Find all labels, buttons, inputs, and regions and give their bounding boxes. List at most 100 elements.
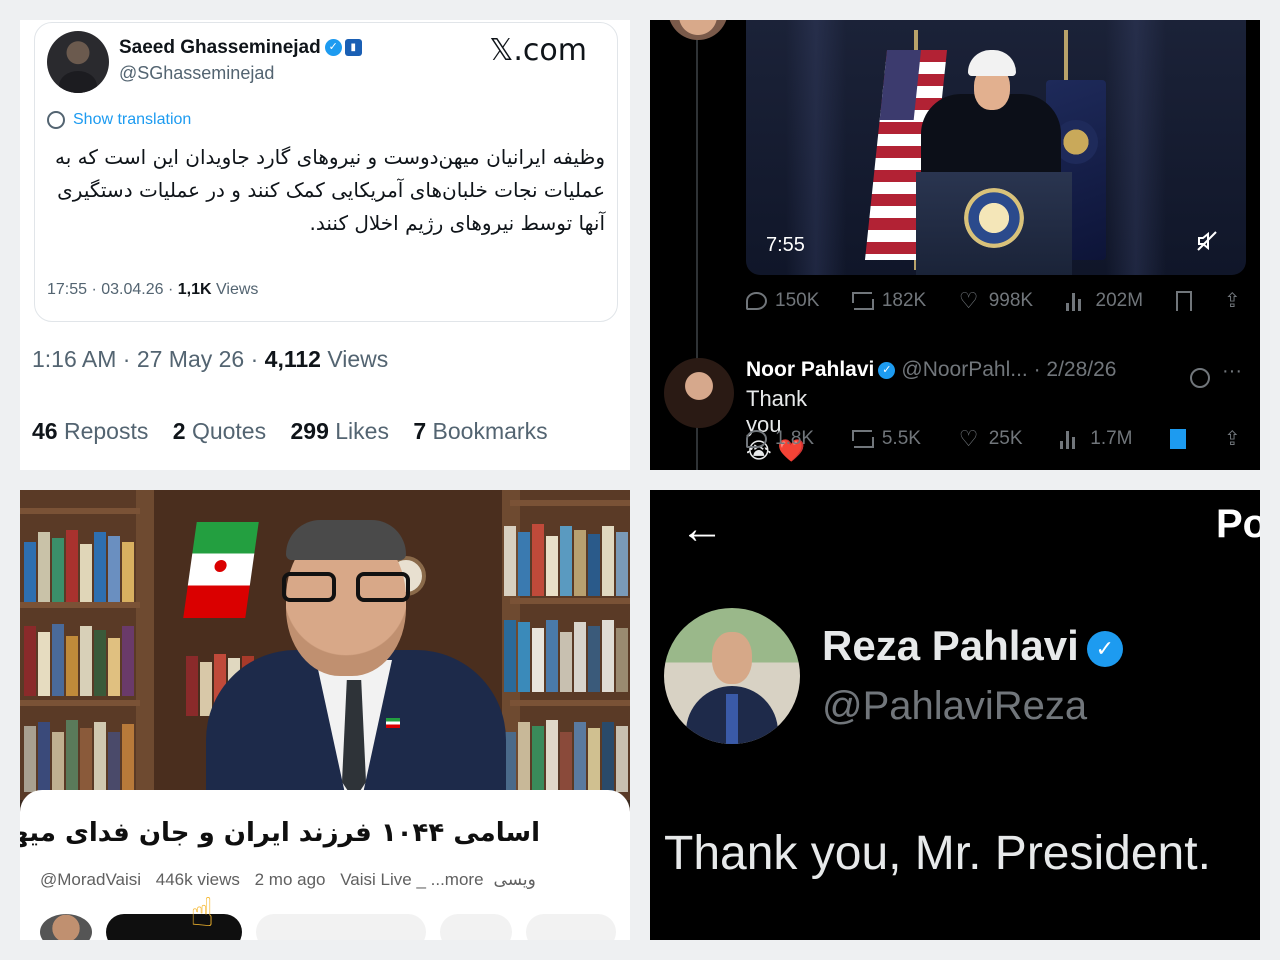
video-source-more[interactable]: Vaisi Live _ ...more (340, 870, 483, 889)
speaker-cap (968, 50, 1016, 76)
bookmarks-label: Bookmarks (432, 418, 548, 444)
bookmarks-stat[interactable]: 7 Bookmarks (413, 418, 547, 444)
presenter-glasses (282, 572, 410, 602)
avatar-head (712, 632, 752, 684)
share-chip[interactable] (440, 914, 512, 940)
tweet-time-date[interactable]: 1:16 AM · 27 May 26 · (32, 346, 258, 372)
author-name[interactable]: Saeed Ghasseminejad (119, 37, 321, 58)
avatar-tie (726, 694, 738, 744)
likes-stat[interactable]: 299 Likes (290, 418, 388, 444)
shelf (20, 602, 140, 608)
reposts-count: 46 (32, 418, 58, 444)
shelf (510, 700, 630, 706)
share-icon: ⇪ (1224, 290, 1241, 312)
bookmark-button[interactable] (1170, 429, 1187, 449)
views-count: 202M (1095, 290, 1144, 311)
reply-author-row: Noor Pahlavi ✓ @NoorPahl... · 2/28/26 (746, 358, 1246, 382)
curtain (1106, 20, 1166, 275)
iran-flag (183, 522, 259, 618)
repost-button[interactable]: 182K (851, 290, 926, 312)
author-handle[interactable]: @SGhasseminejad (119, 63, 274, 84)
books (504, 716, 628, 792)
header-title-fragment: Po (1216, 502, 1260, 546)
quotes-stat[interactable]: 2 Quotes (173, 418, 266, 444)
reply-button[interactable]: 150K (746, 290, 819, 312)
video-timestamp: 7:55 (766, 234, 805, 256)
repost-button[interactable]: 5.5K (851, 428, 921, 450)
reply-icon (746, 292, 767, 310)
x-site-logo: 𝕏.com (489, 33, 587, 68)
verified-badge-icon: ✓ (878, 361, 896, 379)
heart-icon: ♡ (958, 426, 979, 451)
quoted-tweet-card[interactable]: Saeed Ghasseminejad ✓ ▮ @SGhasseminejad 𝕏.… (34, 22, 618, 322)
video-frame[interactable] (20, 490, 630, 810)
globe-icon (47, 111, 65, 129)
avatar[interactable] (668, 20, 728, 40)
views-button[interactable]: 202M (1065, 290, 1144, 312)
video-player[interactable]: 7:55 (746, 20, 1246, 275)
reply-count: 1.8K (775, 428, 815, 449)
bookmarks-count: 7 (413, 418, 427, 444)
avatar[interactable] (47, 31, 109, 93)
author-handle[interactable]: @PahlaviReza (822, 684, 1087, 729)
mute-icon[interactable] (1196, 230, 1218, 252)
subscribe-button[interactable] (106, 914, 242, 940)
author-name[interactable]: Reza Pahlavi (822, 622, 1079, 669)
arrow-left-icon[interactable]: ← (680, 504, 724, 554)
channel-avatar[interactable] (40, 914, 92, 940)
pointing-hand-icon: ☝ (190, 891, 215, 935)
engagement-stats: 46 Reposts 2 Quotes 299 Likes 7 Bookmark… (32, 418, 566, 445)
quotes-count: 2 (172, 418, 186, 444)
reply-button[interactable]: 1.8K (746, 428, 814, 450)
reply-author-name[interactable]: Noor Pahlavi (746, 358, 874, 381)
verified-badge-icon: ✓ (1086, 630, 1123, 667)
video-meta: @MoradVaisi 446k views 2 mo ago Vaisi Li… (40, 870, 546, 890)
tweet-panel-reza-pahlavi: ← Po Reza Pahlavi ✓ @PahlaviReza Thank yo… (650, 490, 1260, 940)
share-button[interactable]: ⇪ (1224, 428, 1246, 450)
share-icon: ⇪ (1224, 428, 1241, 450)
like-button[interactable]: ♡ 998K (959, 290, 1033, 312)
video-info-card: اسامی ۱۰۴۴ فرزند ایران و جان فدای میهن @… (20, 790, 630, 940)
repost-count: 5.5K (881, 428, 921, 449)
like-chip[interactable] (256, 914, 426, 940)
books (504, 616, 628, 692)
like-count: 25K (988, 428, 1023, 449)
show-translation-label: Show translation (73, 111, 192, 129)
repost-icon (851, 290, 874, 312)
tweet-views-count: 4,112 (264, 346, 321, 372)
video-title[interactable]: اسامی ۱۰۴۴ فرزند ایران و جان فدای میهن (20, 818, 540, 848)
show-translation-link[interactable]: Show translation (47, 111, 191, 129)
avatar[interactable] (664, 358, 734, 428)
reply-count: 150K (775, 290, 820, 311)
reply-handle-date[interactable]: @NoorPahl... · 2/28/26 (901, 358, 1116, 381)
author-name-row[interactable]: Reza Pahlavi ✓ (822, 622, 1123, 670)
quotes-label: Quotes (191, 418, 267, 444)
reposts-stat[interactable]: 46 Reposts (32, 418, 148, 444)
shelf (510, 500, 630, 506)
views-count: 1.7M (1090, 428, 1133, 449)
books (24, 526, 134, 602)
books (24, 620, 134, 696)
quoted-time-date: 17:55 · 03.04.26 · (47, 281, 174, 298)
reply-text: Thank you 😭 ❤️ (746, 386, 808, 463)
channel-handle[interactable]: @MoradVaisi (40, 870, 141, 889)
like-button[interactable]: ♡ 25K (959, 428, 1023, 450)
reply-icon (746, 430, 767, 448)
likes-label: Likes (335, 418, 389, 444)
remix-chip[interactable] (526, 914, 616, 940)
affiliation-badge-icon: ▮ (344, 39, 362, 57)
presenter-hair (286, 520, 406, 560)
video-panel-vaisi: اسامی ۱۰۴۴ فرزند ایران و جان فدای میهن @… (20, 490, 630, 940)
grok-icon[interactable] (1190, 368, 1210, 388)
avatar[interactable] (664, 608, 800, 744)
share-button[interactable]: ⇪ (1224, 290, 1246, 312)
author-name-row[interactable]: Saeed Ghasseminejad ✓ ▮ (119, 37, 362, 59)
bookmark-button[interactable] (1175, 291, 1192, 311)
views-icon (1065, 291, 1088, 311)
views-button[interactable]: 1.7M (1060, 428, 1133, 450)
video-age: 2 mo ago (254, 870, 326, 889)
tweet-panel-ghasseminejad: Saeed Ghasseminejad ✓ ▮ @SGhasseminejad 𝕏.… (20, 20, 630, 470)
more-options-icon[interactable]: ··· (1222, 360, 1242, 383)
reply-actions: 1.8K 5.5K ♡ 25K 1.7M ⇪ (746, 428, 1246, 450)
quoted-views-count: 1,1K (177, 281, 212, 298)
